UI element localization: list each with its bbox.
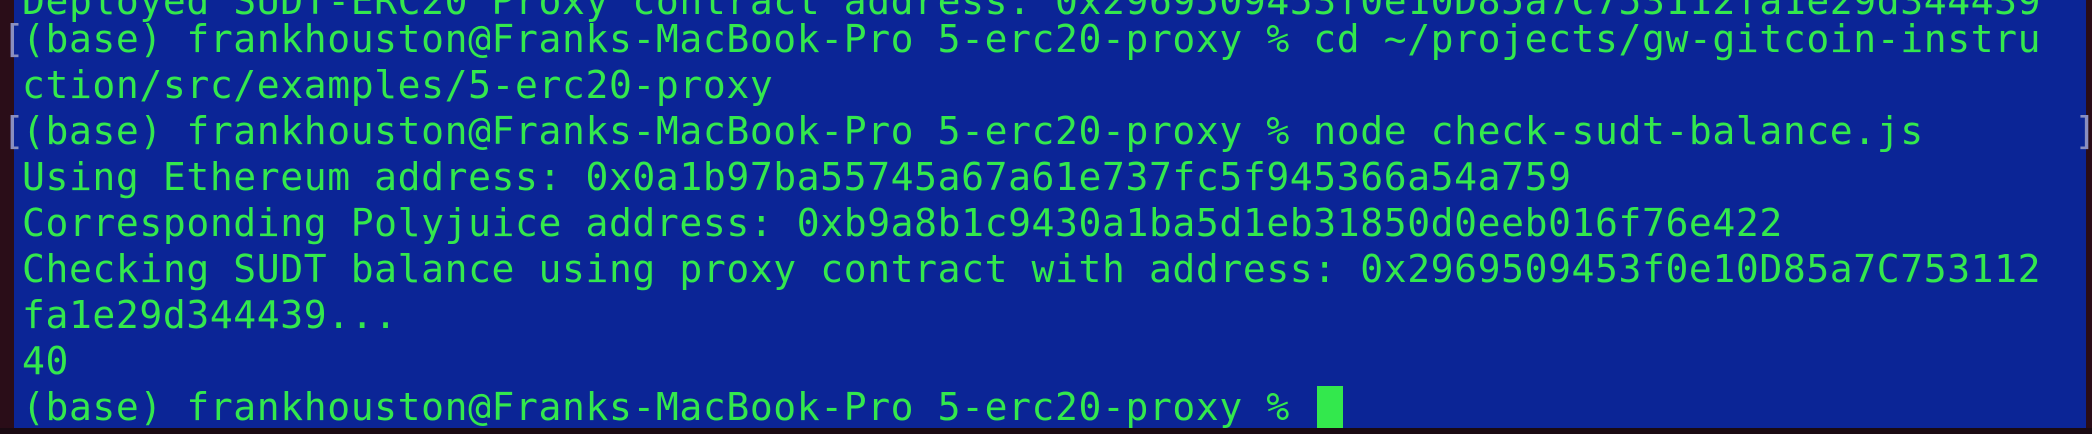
prompt-text: (base) frankhouston@Franks-MacBook-Pro 5… — [22, 385, 1314, 428]
window-frame-bottom — [0, 428, 2092, 434]
terminal-line-cd-wrap: ction/src/examples/5-erc20-proxy — [22, 63, 774, 107]
text-cursor — [1317, 386, 1344, 428]
terminal-pane[interactable]: Deployed SUDT-ERC20 Proxy contract addre… — [14, 0, 2086, 428]
terminal-line-checking-balance: Checking SUDT balance using proxy contra… — [22, 247, 2042, 291]
line-marker-left: [ — [2, 17, 25, 61]
line-marker-left: [ — [2, 109, 25, 153]
terminal-line-polyjuice-address: Corresponding Polyjuice address: 0xb9a8b… — [22, 201, 1783, 245]
terminal-line-balance-output: 40 — [22, 339, 69, 383]
terminal-line-prompt[interactable]: (base) frankhouston@Franks-MacBook-Pro 5… — [22, 384, 1344, 428]
terminal-window: Deployed SUDT-ERC20 Proxy contract addre… — [0, 0, 2092, 434]
terminal-line-eth-address: Using Ethereum address: 0x0a1b97ba55745a… — [22, 155, 1572, 199]
terminal-line-checking-wrap: fa1e29d344439... — [22, 293, 398, 337]
terminal-line-node-command: (base) frankhouston@Franks-MacBook-Pro 5… — [22, 109, 1924, 153]
terminal-line-cd-command: (base) frankhouston@Franks-MacBook-Pro 5… — [22, 17, 2042, 61]
line-marker-right: ] — [2074, 108, 2092, 154]
